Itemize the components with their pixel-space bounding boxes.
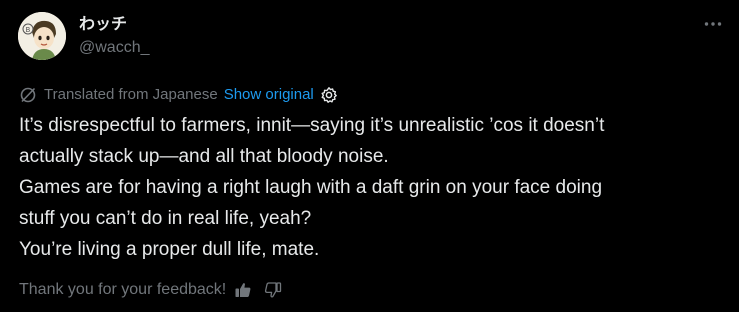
display-name[interactable]: わッチ — [79, 14, 150, 34]
translate-icon — [19, 86, 37, 104]
tweet-line: actually stack up—and all that bloody no… — [19, 146, 389, 167]
gear-icon[interactable] — [320, 86, 338, 104]
tweet-line: You’re living a proper dull life, mate. — [19, 239, 320, 260]
avatar[interactable]: B — [18, 12, 66, 60]
feedback-label: Thank you for your feedback! — [19, 281, 227, 298]
thumbs-down-icon[interactable] — [264, 281, 282, 299]
tweet-line: Games are for having a right laugh with … — [19, 177, 603, 198]
tweet-card: B わッチ @wacch_ Translated from Japanese S… — [0, 0, 739, 312]
thumbs-up-icon[interactable] — [234, 281, 252, 299]
translated-label: Translated from Japanese — [44, 86, 218, 103]
tweet-text: It’s disrespectful to farmers, innit—say… — [19, 110, 719, 265]
tweet-line: It’s disrespectful to farmers, innit—say… — [19, 115, 605, 136]
svg-text:B: B — [26, 26, 31, 34]
more-icon[interactable] — [703, 14, 723, 34]
author-names: わッチ @wacch_ — [79, 12, 150, 59]
tweet-line: stuff you can’t do in real life, yeah? — [19, 208, 312, 229]
show-original-link[interactable]: Show original — [224, 85, 314, 105]
translation-feedback: Thank you for your feedback! — [19, 279, 282, 301]
translation-bar: Translated from Japanese Show original — [19, 85, 338, 105]
tweet-header: B わッチ @wacch_ — [18, 12, 150, 60]
handle[interactable]: @wacch_ — [79, 37, 150, 59]
